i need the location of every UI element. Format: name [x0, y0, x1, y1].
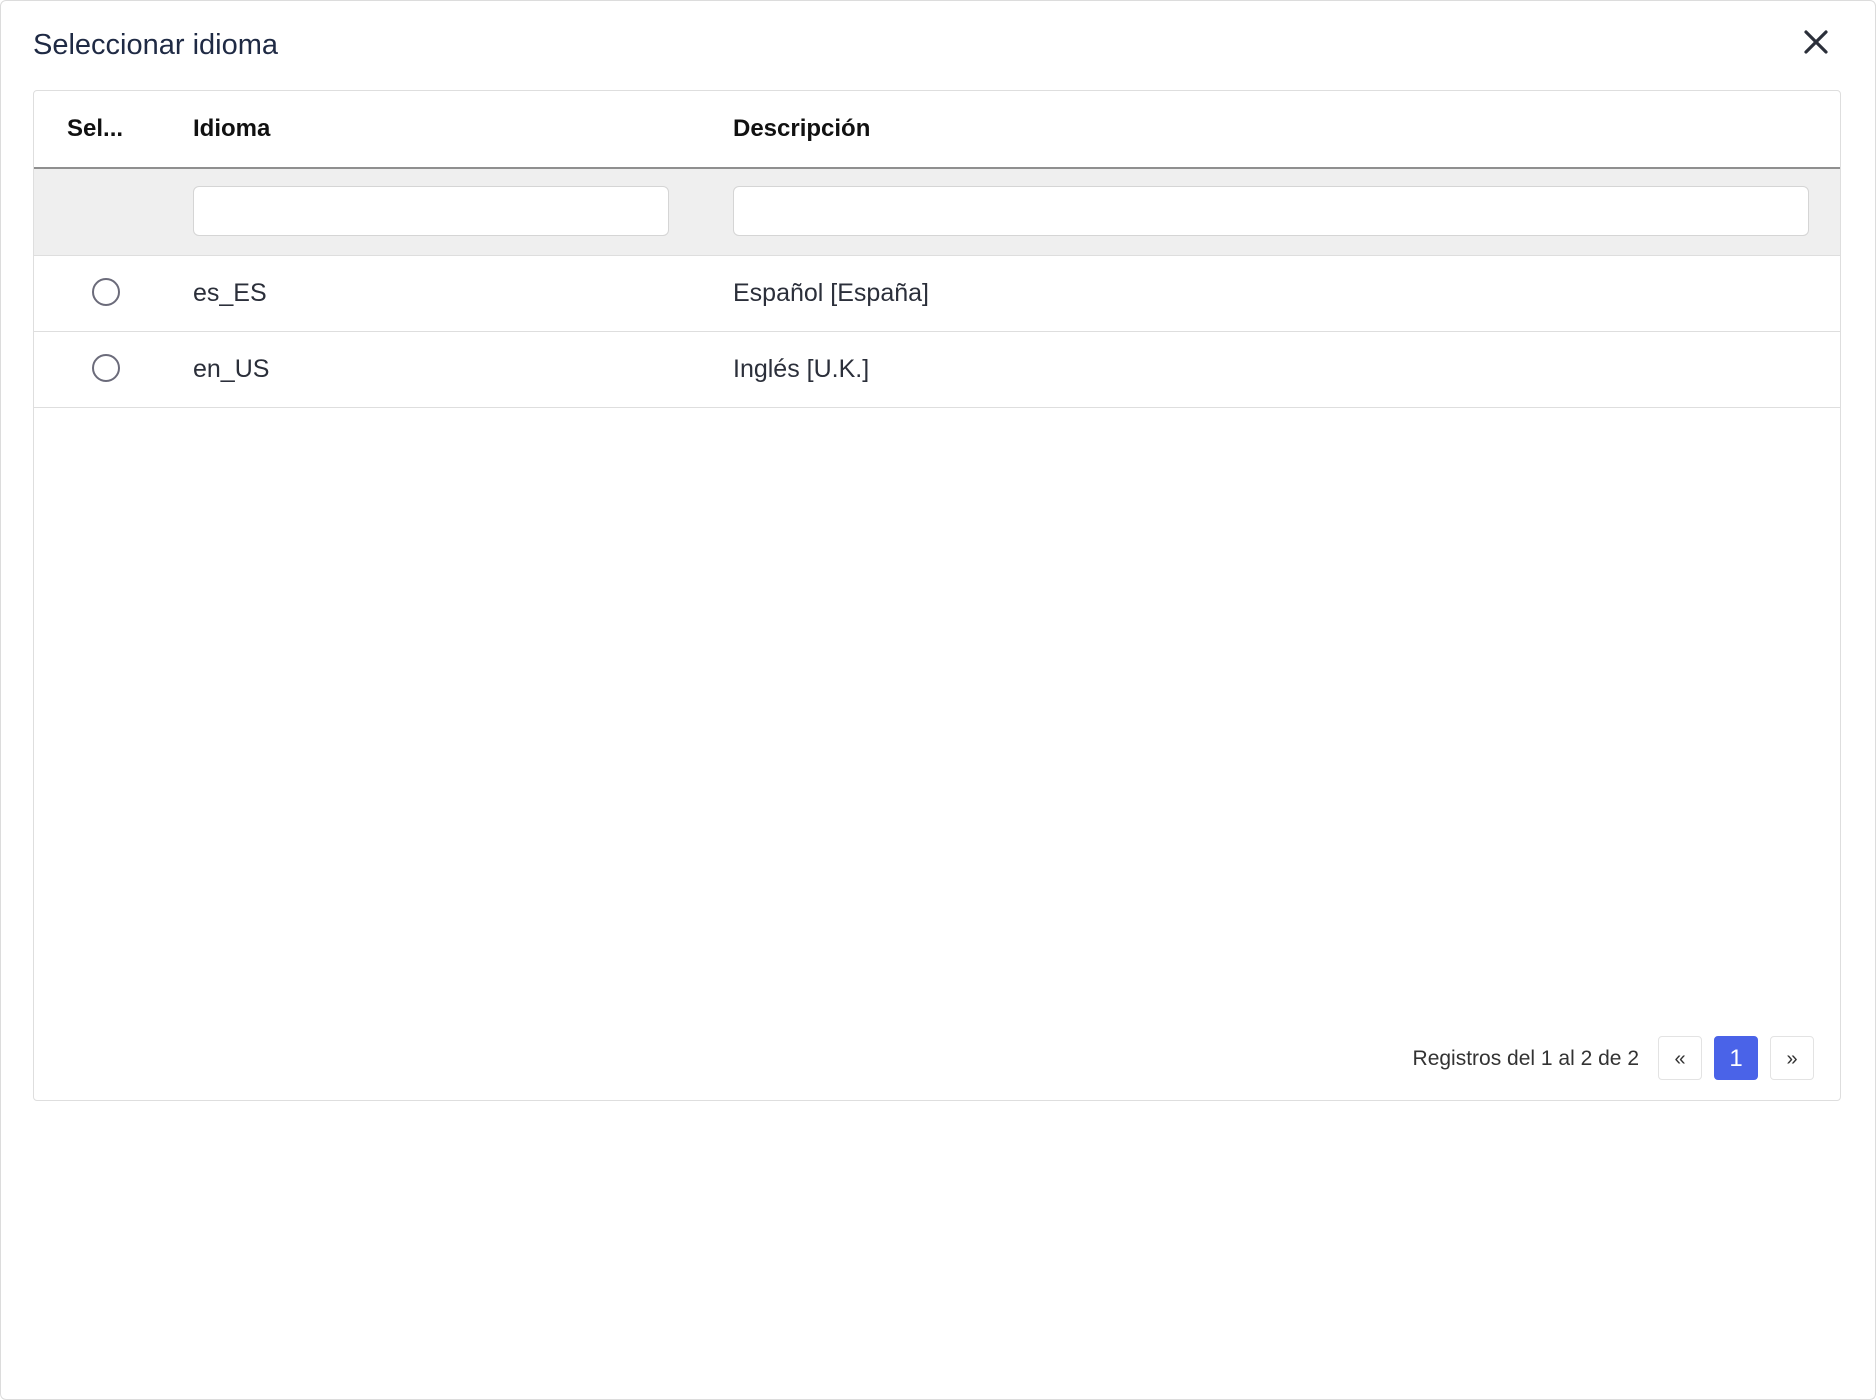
- idioma-cell: es_ES: [193, 279, 267, 307]
- idioma-cell: en_US: [193, 355, 270, 383]
- column-header-select[interactable]: Sel...: [67, 91, 123, 167]
- table-row[interactable]: es_ES Español [España]: [34, 256, 1840, 332]
- column-header-idioma[interactable]: Idioma: [193, 91, 270, 167]
- page-1-button[interactable]: 1: [1714, 1036, 1758, 1080]
- next-page-button[interactable]: »: [1770, 1036, 1814, 1080]
- filter-row: [34, 169, 1840, 256]
- column-header-descripcion[interactable]: Descripción: [733, 91, 870, 167]
- select-language-dialog: Seleccionar idioma Sel... Idioma Descrip…: [0, 0, 1876, 1400]
- row-select-radio[interactable]: [92, 278, 120, 306]
- close-icon: [1804, 30, 1828, 54]
- dialog-title: Seleccionar idioma: [33, 29, 279, 61]
- pagination: Registros del 1 al 2 de 2 « 1 »: [1394, 1036, 1814, 1082]
- row-select-radio[interactable]: [92, 354, 120, 382]
- table-row[interactable]: en_US Inglés [U.K.]: [34, 332, 1840, 408]
- descripcion-cell: Inglés [U.K.]: [733, 355, 870, 383]
- descripcion-cell: Español [España]: [733, 279, 929, 307]
- pagination-info: Registros del 1 al 2 de 2: [1412, 1047, 1639, 1070]
- idioma-filter-input[interactable]: [193, 186, 669, 236]
- prev-page-button[interactable]: «: [1658, 1036, 1702, 1080]
- descripcion-filter-input[interactable]: [733, 186, 1809, 236]
- language-table-panel: Sel... Idioma Descripción es_ES Español …: [33, 90, 1841, 1101]
- close-button[interactable]: [1797, 23, 1835, 61]
- table-header: Sel... Idioma Descripción: [34, 91, 1840, 169]
